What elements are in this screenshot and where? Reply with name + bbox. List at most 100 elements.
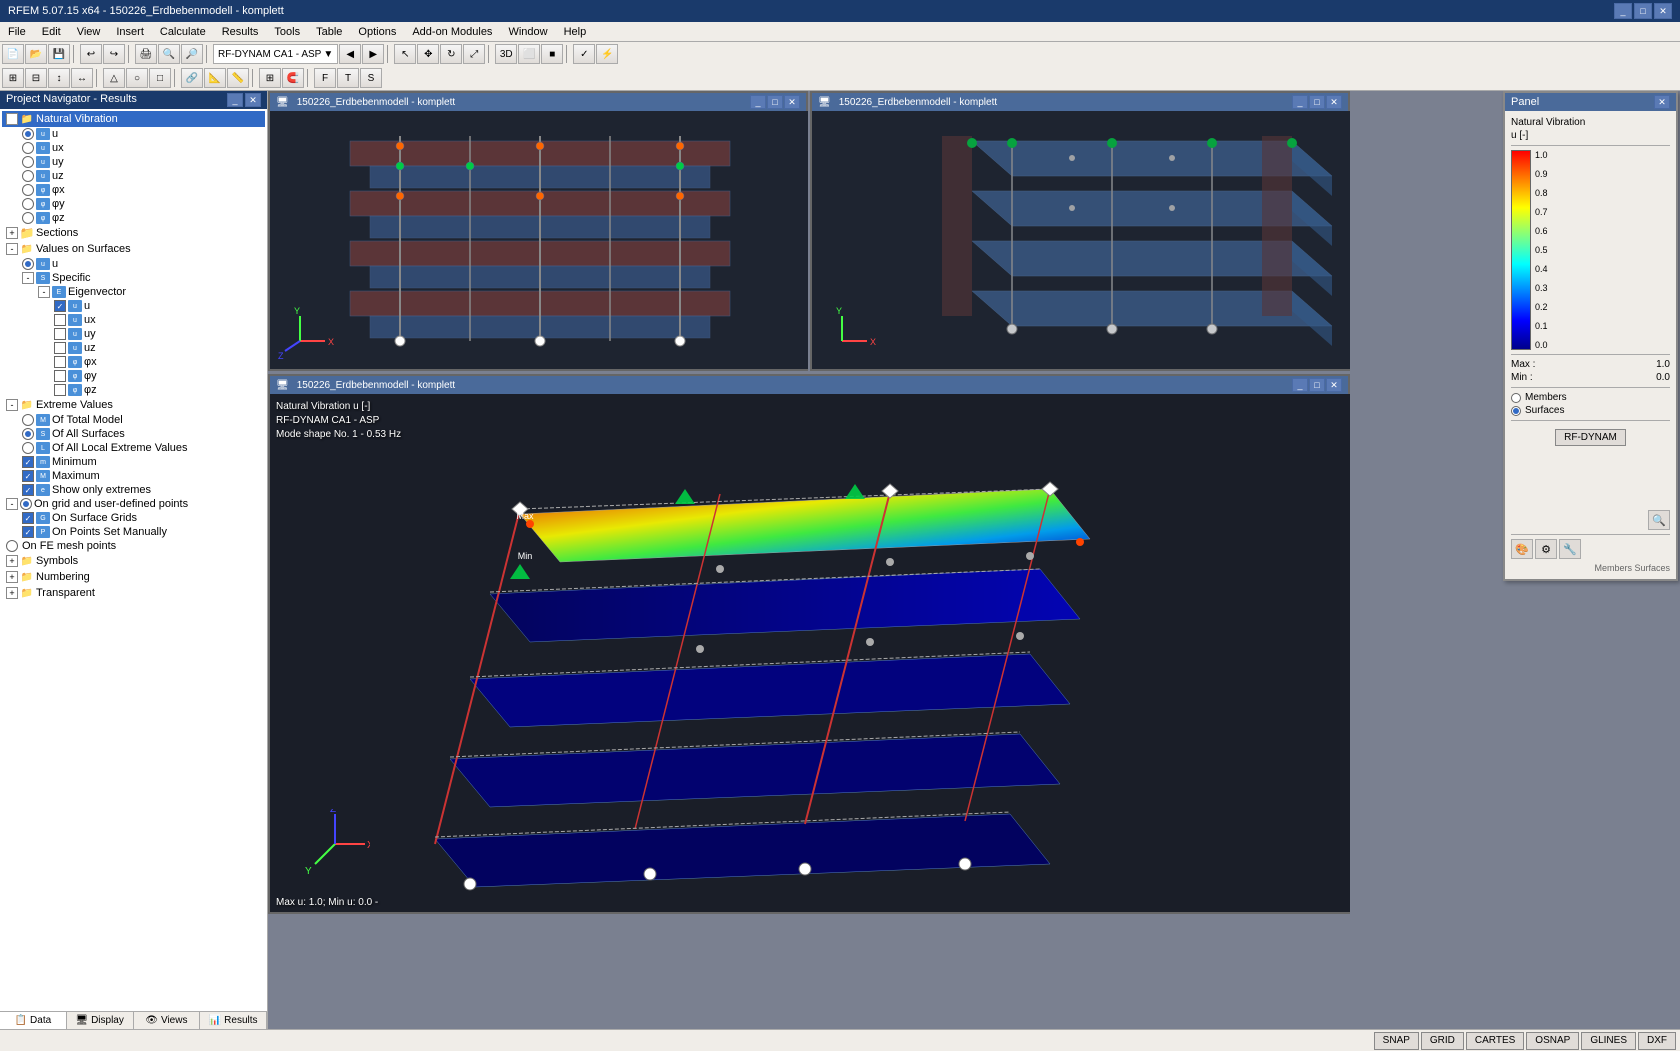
panel-radio-surfaces[interactable]: Surfaces [1511,405,1670,416]
sidebar-tab-views[interactable]: 👁 Views [134,1012,201,1029]
tb2-9[interactable]: 📐 [204,68,226,88]
tree-item-uy2[interactable]: u uy [2,327,265,341]
status-glines[interactable]: GLINES [1581,1032,1636,1050]
sidebar-tab-data[interactable]: 📋 Data [0,1012,67,1029]
tb2-3[interactable]: ↕ [48,68,70,88]
tb-redo[interactable]: ↪ [103,44,125,64]
tb2-5[interactable]: △ [103,68,125,88]
sidebar-tab-display[interactable]: 🖥 Display [67,1012,134,1029]
tb-save[interactable]: 💾 [48,44,70,64]
tree-item-sections[interactable]: + 📁 Sections [2,225,265,241]
tree-item-specific[interactable]: - S Specific [2,271,265,285]
tb-render[interactable]: ■ [541,44,563,64]
tree-item-u3[interactable]: ✓ u u [2,299,265,313]
vp-tl-close[interactable]: ✕ [784,95,800,109]
expand-values-on-surfaces[interactable]: - [6,243,18,255]
expand-extreme-values[interactable]: - [6,399,18,411]
menu-help[interactable]: Help [556,22,595,41]
sidebar-tab-results[interactable]: 📊 Results [200,1012,267,1029]
tree-item-transparent[interactable]: + 📁 Transparent [2,585,265,601]
viewport-top-right-controls[interactable]: _ □ ✕ [1292,95,1342,109]
window-controls[interactable]: _ □ ✕ [1614,3,1672,19]
menu-tools[interactable]: Tools [266,22,308,41]
tb-rotate[interactable]: ↻ [440,44,462,64]
tree-item-ux2[interactable]: u ux [2,313,265,327]
tb-select[interactable]: ↖ [394,44,416,64]
radio-on-grid[interactable] [20,498,32,510]
checkbox-minimum[interactable]: ✓ [22,456,34,468]
tree-item-uz[interactable]: u uz [2,169,265,183]
tree-item-phix[interactable]: φ φx [2,183,265,197]
tree-item-u[interactable]: u u [2,127,265,141]
expand-natural-vibration[interactable]: - [6,113,18,125]
radio-of-all-surfaces[interactable] [22,428,34,440]
tree-item-symbols[interactable]: + 📁 Symbols [2,553,265,569]
checkbox-phiy2[interactable] [54,370,66,382]
checkbox-uy2[interactable] [54,328,66,340]
menu-insert[interactable]: Insert [108,22,152,41]
checkbox-phix2[interactable] [54,356,66,368]
tree-item-uz2[interactable]: u uz [2,341,265,355]
tb2-6[interactable]: ○ [126,68,148,88]
tb-zoom-out[interactable]: 🔎 [181,44,203,64]
panel-title-bar[interactable]: Panel ✕ [1505,93,1676,111]
tree-item-phiy2[interactable]: φ φy [2,369,265,383]
tree-item-of-all-surfaces[interactable]: S Of All Surfaces [2,427,265,441]
vp-tr-minimize[interactable]: _ [1292,95,1308,109]
vp-b-close[interactable]: ✕ [1326,378,1342,392]
expand-symbols[interactable]: + [6,555,18,567]
vp-tr-maximize[interactable]: □ [1309,95,1325,109]
close-button[interactable]: ✕ [1654,3,1672,19]
checkbox-uz2[interactable] [54,342,66,354]
checkbox-ux2[interactable] [54,314,66,326]
tb-wireframe[interactable]: ⬜ [518,44,540,64]
checkbox-on-points-set[interactable]: ✓ [22,526,34,538]
viewport-top-left-title[interactable]: 🖥 150226_Erdbebenmodell - komplett _ □ ✕ [270,93,806,111]
status-cartes[interactable]: CARTES [1466,1032,1524,1050]
radio-uz[interactable] [22,170,34,182]
panel-color-button[interactable]: 🎨 [1511,539,1533,559]
viewport-bottom-title[interactable]: 🖥 150226_Erdbebenmodell - komplett _ □ ✕ [270,376,1348,394]
status-snap[interactable]: SNAP [1374,1032,1419,1050]
tree-item-extreme-values[interactable]: - 📁 Extreme Values [2,397,265,413]
radio-u[interactable] [22,128,34,140]
panel-close-button[interactable]: ✕ [1654,95,1670,109]
vp-b-maximize[interactable]: □ [1309,378,1325,392]
tb-open[interactable]: 📂 [25,44,47,64]
tb-scale[interactable]: ⤢ [463,44,485,64]
checkbox-u3[interactable]: ✓ [54,300,66,312]
tree-item-on-points-set[interactable]: ✓ P On Points Set Manually [2,525,265,539]
tree-item-uy[interactable]: u uy [2,155,265,169]
radio-phiy[interactable] [22,198,34,210]
tree-item-phix2[interactable]: φ φx [2,355,265,369]
tree-item-ux[interactable]: u ux [2,141,265,155]
radio-phiz[interactable] [22,212,34,224]
checkbox-maximum[interactable]: ✓ [22,470,34,482]
tree-item-eigenvector[interactable]: - E Eigenvector [2,285,265,299]
menu-addons[interactable]: Add-on Modules [404,22,500,41]
tb2-4[interactable]: ↔ [71,68,93,88]
tree-item-on-surface-grids[interactable]: ✓ G On Surface Grids [2,511,265,525]
tb-print[interactable]: 🖨 [135,44,157,64]
menu-results[interactable]: Results [214,22,267,41]
tb2-view-front[interactable]: F [314,68,336,88]
tb-prev[interactable]: ◀ [339,44,361,64]
tb-new[interactable]: 📄 [2,44,24,64]
tree-item-minimum[interactable]: ✓ m Minimum [2,455,265,469]
vp-tl-minimize[interactable]: _ [750,95,766,109]
panel-radio-members[interactable]: Members [1511,392,1670,403]
tb-check[interactable]: ✓ [573,44,595,64]
panel-settings-button[interactable]: ⚙ [1535,539,1557,559]
tb2-view-side[interactable]: S [360,68,382,88]
tb2-8[interactable]: 🔗 [181,68,203,88]
radio-on-fe-mesh[interactable] [6,540,18,552]
checkbox-on-surface-grids[interactable]: ✓ [22,512,34,524]
menu-calculate[interactable]: Calculate [152,22,214,41]
tb2-2[interactable]: ⊟ [25,68,47,88]
tb-move[interactable]: ✥ [417,44,439,64]
tb-calc[interactable]: ⚡ [596,44,618,64]
tree-item-show-only-extremes[interactable]: ✓ e Show only extremes [2,483,265,497]
minimize-button[interactable]: _ [1614,3,1632,19]
menu-window[interactable]: Window [500,22,555,41]
tree-item-maximum[interactable]: ✓ M Maximum [2,469,265,483]
